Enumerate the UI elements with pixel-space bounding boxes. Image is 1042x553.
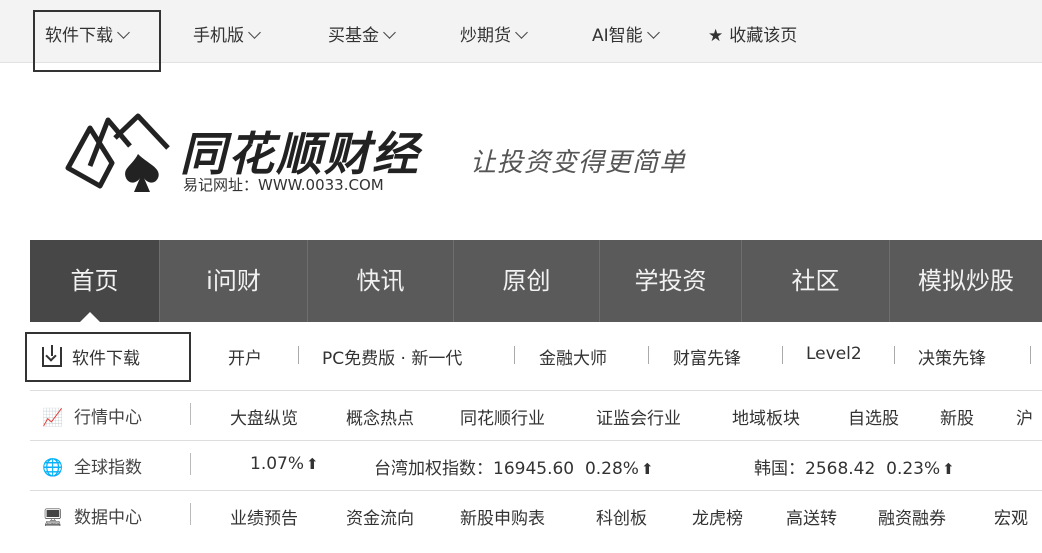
brand-url: 易记网址：WWW.0033.COM: [183, 176, 384, 194]
ths-logo-icon: [65, 113, 170, 192]
subnav-wealth-pioneer[interactable]: 财富先锋: [673, 344, 741, 369]
divider: [894, 346, 895, 364]
topbar-label: 买基金: [328, 26, 379, 46]
index-taiwan[interactable]: 台湾加权指数：16945.60 0.28% ⬆: [374, 454, 654, 479]
index-change: 1.07% ⬆: [250, 454, 319, 474]
row-head-label: 行情中心: [74, 408, 142, 428]
highlight-box: [25, 332, 191, 382]
subnav-open-account[interactable]: 开户: [228, 344, 262, 369]
topbar-bookmark[interactable]: ★ 收藏该页: [708, 21, 797, 46]
chevron-down-icon: [248, 26, 261, 39]
data-link[interactable]: 科创板: [596, 504, 647, 529]
divider: [648, 346, 649, 364]
chevron-down-icon: [646, 26, 660, 39]
global-index-head[interactable]: 🌐 全球指数: [42, 453, 142, 478]
data-link[interactable]: 宏观: [994, 504, 1028, 529]
row-head-label: 数据中心: [74, 508, 142, 528]
data-link[interactable]: 资金流向: [346, 504, 414, 529]
market-link[interactable]: 沪: [1016, 404, 1033, 429]
active-tab-caret: [80, 312, 100, 322]
data-link[interactable]: 高送转: [786, 504, 837, 529]
tab-community[interactable]: 社区: [742, 240, 890, 322]
divider: [298, 346, 299, 364]
divider: [190, 403, 191, 425]
tab-original[interactable]: 原创: [454, 240, 600, 322]
highlight-box: [33, 10, 161, 72]
index-korea[interactable]: 韩国：2568.42 0.23% ⬆: [754, 454, 955, 479]
divider: [1030, 346, 1031, 364]
divider: [190, 503, 191, 525]
topbar-label: 炒期货: [460, 26, 511, 46]
brand-slogan: 让投资变得更简单: [470, 148, 687, 178]
arrow-up-icon: ⬆: [306, 455, 319, 473]
index-value: 韩国：2568.42: [754, 459, 876, 479]
topbar-ai[interactable]: AI智能: [592, 21, 660, 46]
data-link[interactable]: 融资融券: [878, 504, 946, 529]
topbar-futures[interactable]: 炒期货: [460, 21, 528, 46]
global-index-row: 🌐 全球指数 1.07% ⬆ 台湾加权指数：16945.60 0.28% ⬆ 韩国：2…: [30, 440, 1042, 487]
data-center-row: 🖥 数据中心 业绩预告 资金流向 新股申购表 科创板 龙虎榜 高送转 融资融券 宏…: [30, 490, 1042, 537]
tab-home[interactable]: 首页: [30, 240, 160, 322]
chevron-down-icon: [383, 26, 396, 39]
topbar-buy-fund[interactable]: 买基金: [328, 21, 396, 46]
tab-simulated-trading[interactable]: 模拟炒股: [890, 240, 1042, 322]
monitor-chart-icon: 🖥: [42, 508, 64, 528]
divider: [782, 346, 783, 364]
tab-learn[interactable]: 学投资: [600, 240, 742, 322]
market-link[interactable]: 自选股: [848, 404, 899, 429]
data-link[interactable]: 龙虎榜: [692, 504, 743, 529]
market-link[interactable]: 概念热点: [346, 404, 414, 429]
change-value: 1.07%: [250, 454, 305, 474]
divider: [190, 453, 191, 475]
arrow-up-icon: ⬆: [942, 460, 955, 478]
index-value: 台湾加权指数：16945.60: [374, 459, 575, 479]
subnav-decision-pioneer[interactable]: 决策先锋: [918, 344, 986, 369]
divider: [514, 346, 515, 364]
market-link[interactable]: 同花顺行业: [460, 404, 545, 429]
subnav-financial-master[interactable]: 金融大师: [539, 344, 607, 369]
arrow-up-icon: ⬆: [640, 460, 654, 478]
data-link[interactable]: 业绩预告: [230, 504, 298, 529]
main-nav: 首页 i问财 快讯 原创 学投资 社区 模拟炒股: [30, 240, 1042, 322]
star-icon: ★: [708, 26, 724, 46]
change-value: 0.23%: [886, 459, 941, 479]
change-value: 0.28%: [584, 459, 639, 479]
chevron-down-icon: [515, 26, 528, 39]
market-center-row: 📈 行情中心 大盘纵览 概念热点 同花顺行业 证监会行业 地域板块 自选股 新股 …: [30, 390, 1042, 437]
globe-icon: 🌐: [42, 458, 64, 478]
market-center-head[interactable]: 📈 行情中心: [42, 403, 142, 428]
market-link[interactable]: 证监会行业: [596, 404, 681, 429]
row-head-label: 全球指数: [74, 458, 142, 478]
subnav-level2[interactable]: Level2: [806, 344, 862, 364]
trend-chart-icon: 📈: [42, 408, 64, 428]
tab-news[interactable]: 快讯: [308, 240, 454, 322]
tab-iwencai[interactable]: i问财: [160, 240, 308, 322]
topbar-label: AI智能: [592, 26, 643, 46]
market-link[interactable]: 地域板块: [732, 404, 800, 429]
data-center-head[interactable]: 🖥 数据中心: [42, 503, 142, 528]
market-link[interactable]: 新股: [940, 404, 974, 429]
topbar-label: 收藏该页: [729, 26, 798, 46]
topbar-mobile[interactable]: 手机版: [193, 21, 261, 46]
subnav-pc-free[interactable]: PC免费版 · 新一代: [322, 344, 462, 369]
data-link[interactable]: 新股申购表: [460, 504, 545, 529]
topbar-label: 手机版: [193, 26, 244, 46]
market-link[interactable]: 大盘纵览: [230, 404, 298, 429]
